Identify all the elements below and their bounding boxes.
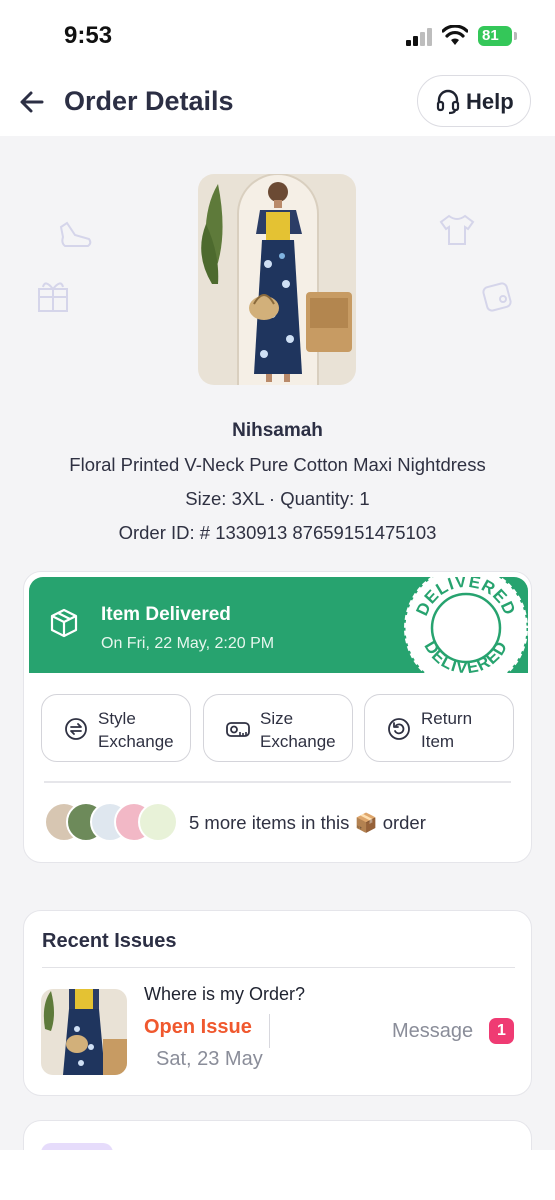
style-exchange-line2: Exchange [98, 732, 174, 751]
cellular-signal-icon [406, 28, 432, 46]
shoe-icon [59, 221, 92, 247]
divider [44, 781, 511, 783]
style-exchange-line1: Style [98, 709, 136, 728]
help-label: Help [466, 89, 514, 114]
app-header: Order Details Help [0, 70, 555, 136]
product-image[interactable] [198, 174, 356, 385]
more-items-thumbnails[interactable] [44, 802, 184, 846]
size-exchange-line1: Size [260, 709, 294, 728]
battery-level: 81 [482, 27, 499, 44]
recent-issues-card: Recent Issues Where is my Order? Open Is… [23, 910, 532, 1096]
size-exchange-label: Size Exchange [260, 707, 336, 753]
size-exchange-button[interactable]: Size Exchange [203, 694, 353, 762]
divider [42, 967, 515, 968]
delivered-stamp-icon: DELIVERED DELIVERED [402, 577, 528, 673]
return-icon [388, 718, 410, 740]
message-link[interactable]: Message [392, 1020, 473, 1043]
issue-product-image [41, 989, 127, 1075]
recent-issues-title: Recent Issues [42, 930, 177, 952]
return-item-line1: Return [421, 709, 473, 728]
issue-status: Open Issue [144, 1016, 252, 1038]
product-brand: Nihsamah [232, 420, 323, 441]
bottom-bar-area [0, 1150, 555, 1200]
page-title: Order Details [64, 86, 234, 116]
delivery-date: On Fri, 22 May, 2:20 PM [101, 635, 275, 652]
product-size-quantity: Size: 3XL · Quantity: 1 [185, 488, 370, 509]
gift-icon [38, 282, 68, 312]
status-bar: 9:53 81 [0, 0, 555, 70]
delivered-banner: Item Delivered On Fri, 22 May, 2:20 PM D… [29, 577, 528, 673]
message-count-badge: 1 [489, 1018, 514, 1044]
help-button[interactable]: Help [417, 75, 531, 127]
return-item-label: Return Item [421, 707, 472, 753]
issue-date: Sat, 23 May [156, 1048, 263, 1070]
item-thumbnail [138, 802, 178, 842]
battery-tip [514, 32, 517, 40]
style-exchange-label: Style Exchange [98, 707, 174, 753]
order-id: Order ID: # 1330913 87659151475103 [118, 522, 437, 543]
more-items-text[interactable]: 5 more items in this 📦 order [189, 812, 426, 834]
tshirt-icon [439, 214, 475, 245]
exchange-arrows-icon [65, 718, 87, 740]
return-item-line2: Item [421, 732, 455, 751]
wifi-icon [442, 25, 468, 45]
measuring-tape-icon [226, 722, 250, 737]
back-arrow-icon[interactable] [18, 88, 46, 116]
size-exchange-line2: Exchange [260, 732, 336, 751]
delivery-status-title: Item Delivered [101, 604, 231, 625]
return-item-button[interactable]: Return Item [364, 694, 514, 762]
product-photo-illustration [198, 174, 356, 385]
vertical-divider [269, 1014, 270, 1048]
issue-photo-illustration [41, 989, 127, 1075]
issue-question[interactable]: Where is my Order? [144, 984, 305, 1005]
wallet-icon [482, 282, 512, 312]
style-exchange-button[interactable]: Style Exchange [41, 694, 191, 762]
package-icon [50, 608, 78, 638]
product-name: Floral Printed V-Neck Pure Cotton Maxi N… [69, 454, 486, 475]
delivery-card: Item Delivered On Fri, 22 May, 2:20 PM D… [23, 571, 532, 863]
headset-icon [436, 89, 460, 115]
status-time: 9:53 [64, 22, 113, 49]
battery-icon: 81 [478, 26, 512, 46]
